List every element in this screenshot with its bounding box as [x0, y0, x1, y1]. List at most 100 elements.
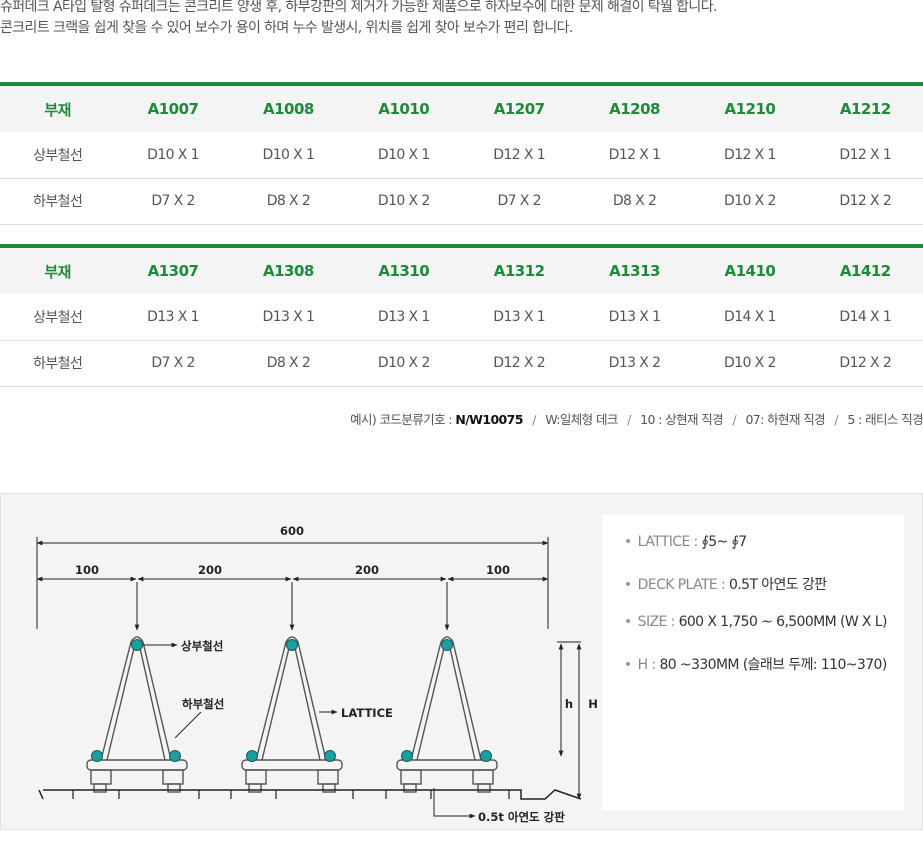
- bullet-icon: •: [624, 657, 632, 673]
- table-cell: D13 X 1: [493, 308, 546, 325]
- table-cell: 상부철선: [33, 309, 83, 326]
- header-cell: 부재: [0, 82, 116, 132]
- table-cell: D7 X 2: [151, 193, 195, 209]
- header-cell: 부재: [0, 244, 116, 294]
- deck-cross-section-diagram: 600 100 200 200 100 상부철선 하부철선 LATTICE h …: [36, 524, 598, 824]
- header-cell: A1310: [346, 244, 462, 294]
- header-cell: A1308: [230, 244, 347, 294]
- label-deck-plate: 0.5t 아연도 강판: [478, 810, 565, 824]
- label-h: h: [565, 697, 573, 711]
- separator: /: [732, 412, 737, 427]
- bullet-icon: •: [624, 614, 632, 630]
- spec-label: LATTICE :: [637, 534, 699, 550]
- header-cell: A1312: [461, 244, 577, 294]
- table-cell: D12 X 2: [839, 355, 892, 371]
- header-cell: A1412: [807, 244, 923, 294]
- lattice-truss: [86, 636, 188, 793]
- table-cell: 하부철선: [33, 194, 83, 210]
- table-cell: D10 X 2: [377, 355, 430, 371]
- dimension-label: 100: [75, 563, 99, 577]
- table-cell: D12 X 1: [724, 146, 776, 163]
- bullet-icon: •: [624, 577, 632, 593]
- table-cell: D12 X 2: [493, 355, 546, 371]
- table-cell: 상부철선: [33, 147, 83, 164]
- table-cell: D10 X 1: [147, 146, 199, 163]
- spec-value: 0.5T 아연도 강판: [728, 577, 827, 593]
- header-cell: A1207: [461, 82, 577, 132]
- code-part: 5 : 래티스 직경: [847, 412, 923, 427]
- spec-table-2: 부재 A1307 A1308 A1310 A1312 A1313 A1410 A…: [0, 244, 923, 387]
- table-row: 상부철선 D13 X 1 D13 X 1 D13 X 1 D13 X 1 D13…: [0, 294, 923, 340]
- spec-label: DECK PLATE :: [637, 577, 726, 593]
- table-cell: D8 X 2: [612, 193, 657, 209]
- table-row: 하부철선 D7 X 2 D8 X 2 D10 X 2 D12 X 2 D13 X…: [0, 340, 923, 386]
- diagram-panel: 600 100 200 200 100 상부철선 하부철선 LATTICE h …: [0, 493, 923, 830]
- table-cell: 하부철선: [33, 356, 83, 372]
- spec-value: 80 ~330MM (슬래브 두께: 110~370): [659, 657, 887, 673]
- table-header-row: 부재 A1307 A1308 A1310 A1312 A1313 A1410 A…: [0, 244, 923, 294]
- spec-item-lattice: • LATTICE : ∮5~ ∮7: [624, 534, 747, 550]
- table-cell: D7 X 2: [497, 193, 541, 209]
- intro-line-1: 슈퍼데크 A타입 탈형 슈퍼데크는 콘크리트 양생 후, 하부강판의 제거가 가…: [0, 0, 717, 15]
- header-cell: A1208: [576, 82, 693, 132]
- header-cell: A1410: [692, 244, 808, 294]
- lattice-truss: [396, 636, 498, 793]
- table-cell: D8 X 2: [266, 355, 311, 371]
- table-cell: D10 X 2: [724, 355, 776, 371]
- spec-table-1: 부재 A1007 A1008 A1010 A1207 A1208 A1210 A…: [0, 82, 923, 225]
- spec-list: • LATTICE : ∮5~ ∮7 • DECK PLATE : 0.5T 아연도…: [602, 514, 904, 810]
- table-cell: D10 X 2: [724, 193, 776, 209]
- table-row: 하부철선 D7 X 2 D8 X 2 D10 X 2 D7 X 2 D8 X 2…: [0, 178, 923, 224]
- dimension-label: 100: [486, 563, 510, 577]
- table-cell: D12 X 1: [839, 146, 892, 163]
- spec-item-size: • SIZE : 600 X 1,750 ~ 6,500MM (W X L): [624, 614, 887, 630]
- spec-label: SIZE :: [637, 614, 676, 630]
- dimension-label-total: 600: [280, 524, 304, 538]
- header-cell: A1008: [230, 82, 347, 132]
- bullet-icon: •: [624, 534, 632, 550]
- code-example: N/W10075: [455, 412, 523, 427]
- table-header-row: 부재 A1007 A1008 A1010 A1207 A1208 A1210 A…: [0, 82, 923, 132]
- separator: /: [627, 412, 631, 427]
- spec-value: 600 X 1,750 ~ 6,500MM (W X L): [678, 614, 888, 630]
- table-cell: D12 X 1: [493, 146, 546, 163]
- table-cell: D13 X 1: [608, 308, 661, 325]
- table-cell: D14 X 1: [724, 308, 776, 325]
- label-H: H: [588, 697, 598, 711]
- header-cell: A1307: [115, 244, 231, 294]
- code-part: 10 : 상현재 직경: [640, 412, 724, 427]
- code-part: 07: 하현재 직경: [745, 412, 826, 427]
- table-cell: D10 X 2: [377, 193, 430, 209]
- table-row: 상부철선 D10 X 1 D10 X 1 D10 X 1 D12 X 1 D12…: [0, 132, 923, 178]
- label-lattice: LATTICE: [341, 706, 393, 720]
- spec-label: H :: [637, 657, 657, 673]
- dimension-label: 200: [355, 563, 379, 577]
- table-cell: D14 X 1: [839, 308, 892, 325]
- table-cell: D13 X 2: [608, 355, 661, 371]
- header-cell: A1010: [346, 82, 462, 132]
- label-lower-wire: 하부철선: [182, 697, 224, 711]
- table-cell: D10 X 1: [377, 146, 430, 163]
- intro-line-2: 콘크리트 크랙을 쉽게 찾을 수 있어 보수가 용이 하며 누수 발생시, 위치…: [0, 20, 573, 36]
- code-classification-note: 예시) 코드분류기호 : N/W10075 / W:일체형 데크 / 10 : …: [350, 409, 923, 428]
- table-cell: D8 X 2: [266, 193, 311, 209]
- separator: /: [834, 412, 839, 427]
- table-cell: D13 X 1: [377, 308, 430, 325]
- spec-value: ∮5~ ∮7: [701, 534, 748, 550]
- spec-item-deck-plate: • DECK PLATE : 0.5T 아연도 강판: [624, 574, 827, 594]
- table-cell: D12 X 2: [839, 193, 892, 209]
- table-cell: D13 X 1: [262, 308, 315, 325]
- code-note-prefix: 예시) 코드분류기호 :: [350, 412, 452, 427]
- lattice-truss: [241, 636, 343, 793]
- spec-item-height: • H : 80 ~330MM (슬래브 두께: 110~370): [624, 654, 887, 674]
- deck-plate: [38, 789, 582, 800]
- header-cell: A1212: [807, 82, 923, 132]
- dimension-label: 200: [198, 563, 222, 577]
- intro-text: 슈퍼데크 A타입 탈형 슈퍼데크는 콘크리트 양생 후, 하부강판의 제거가 가…: [0, 0, 717, 39]
- separator: /: [532, 412, 536, 427]
- table-cell: D12 X 1: [608, 146, 661, 163]
- table-cell: D13 X 1: [147, 308, 199, 325]
- header-cell: A1007: [115, 82, 231, 132]
- code-part: W:일체형 데크: [545, 412, 618, 427]
- table-cell: D7 X 2: [151, 355, 195, 371]
